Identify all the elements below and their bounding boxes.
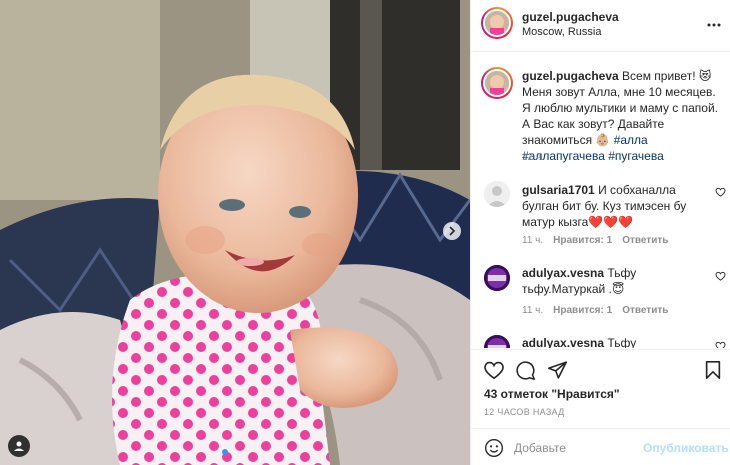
comment-username[interactable]: adulyax.vesna bbox=[522, 266, 604, 280]
more-options-button[interactable] bbox=[707, 14, 721, 32]
commenter-avatar[interactable] bbox=[484, 265, 510, 291]
post-photo[interactable] bbox=[0, 0, 470, 465]
hashtag-link[interactable]: #пугачева bbox=[608, 149, 664, 163]
carousel-dot-active bbox=[222, 449, 228, 455]
comment: adulyax.vesna Тьфу bbox=[522, 335, 710, 348]
comments-list[interactable]: guzel.pugacheva Всем привет! 😻 Меня зову… bbox=[471, 53, 730, 348]
heart-outline-icon bbox=[715, 187, 726, 197]
commenter-avatar[interactable] bbox=[484, 335, 510, 348]
comment-input[interactable] bbox=[514, 441, 664, 455]
comment-meta: 11 ч. Нравится: 1 Ответить bbox=[522, 235, 668, 246]
comment-button[interactable] bbox=[515, 360, 536, 384]
likes-count[interactable]: 43 отметок "Нравится" bbox=[484, 387, 620, 401]
post-location[interactable]: Moscow, Russia bbox=[522, 26, 601, 38]
comment-reply-button[interactable]: Ответить bbox=[622, 235, 668, 246]
more-horizontal-icon bbox=[707, 23, 721, 27]
comment-username[interactable]: gulsaria1701 bbox=[522, 183, 595, 197]
comment: gulsaria1701 И собханалла булган бит бу.… bbox=[522, 182, 710, 230]
commenter-avatar-image bbox=[484, 265, 510, 291]
caption-username[interactable]: guzel.pugacheva bbox=[522, 69, 619, 83]
comment-likes-count[interactable]: Нравится: 1 bbox=[553, 235, 612, 246]
add-comment-bar: Опубликовать bbox=[471, 428, 730, 465]
post-caption: guzel.pugacheva Всем привет! 😻 Меня зову… bbox=[522, 68, 727, 164]
commenter-avatar-image bbox=[484, 335, 510, 348]
avatar-image bbox=[485, 71, 509, 95]
caption-time[interactable]: 12 ч. bbox=[522, 152, 544, 163]
comment-username[interactable]: adulyax.vesna bbox=[522, 336, 604, 348]
comment-icon bbox=[516, 361, 536, 381]
author-avatar[interactable] bbox=[481, 7, 513, 39]
post-timestamp[interactable]: 12 ЧАСОВ НАЗАД bbox=[484, 407, 565, 417]
comment-like-button[interactable] bbox=[715, 341, 726, 348]
bookmark-icon bbox=[705, 361, 721, 379]
post-sidebar: guzel.pugacheva Moscow, Russia guzel.pug… bbox=[470, 0, 730, 465]
person-tag-icon bbox=[14, 441, 24, 451]
comment-like-button[interactable] bbox=[715, 271, 726, 284]
default-avatar-icon bbox=[484, 181, 510, 207]
carousel-dot bbox=[232, 449, 238, 455]
comment: adulyax.vesna Тьфу тьфу.Матуркай .😇 bbox=[522, 265, 710, 297]
save-button[interactable] bbox=[704, 360, 722, 383]
smiley-icon bbox=[485, 439, 503, 457]
avatar-image bbox=[485, 11, 509, 35]
post-header: guzel.pugacheva Moscow, Russia bbox=[471, 0, 730, 52]
comment-likes-count[interactable]: Нравится: 1 bbox=[553, 305, 612, 316]
carousel-next-button[interactable] bbox=[443, 222, 461, 240]
heart-outline-icon bbox=[715, 271, 726, 281]
comment-text: Тьфу bbox=[607, 336, 637, 348]
comment-like-button[interactable] bbox=[715, 187, 726, 200]
caption-author-avatar[interactable] bbox=[481, 67, 513, 99]
commenter-avatar[interactable] bbox=[484, 181, 510, 207]
post-actions: 43 отметок "Нравится" 12 ЧАСОВ НАЗАД Опу… bbox=[471, 349, 730, 465]
share-button[interactable] bbox=[547, 360, 568, 383]
hashtag-link[interactable]: #алла bbox=[614, 133, 648, 147]
comment-time[interactable]: 11 ч. bbox=[522, 305, 543, 316]
comment-reply-button[interactable]: Ответить bbox=[622, 305, 668, 316]
emoji-button[interactable] bbox=[484, 438, 504, 461]
carousel-indicator bbox=[222, 449, 238, 455]
chevron-right-icon bbox=[449, 226, 456, 236]
publish-button[interactable]: Опубликовать bbox=[643, 441, 729, 455]
baby-photo-image bbox=[0, 0, 470, 465]
heart-outline-icon bbox=[715, 341, 726, 348]
heart-outline-icon bbox=[484, 361, 504, 380]
paper-plane-icon bbox=[547, 361, 568, 379]
like-button[interactable] bbox=[483, 360, 505, 383]
comment-time[interactable]: 11 ч. bbox=[522, 235, 543, 246]
comment-meta: 11 ч. Нравится: 1 Ответить bbox=[522, 305, 668, 316]
author-username[interactable]: guzel.pugacheva bbox=[522, 10, 619, 24]
tagged-people-button[interactable] bbox=[8, 435, 30, 457]
